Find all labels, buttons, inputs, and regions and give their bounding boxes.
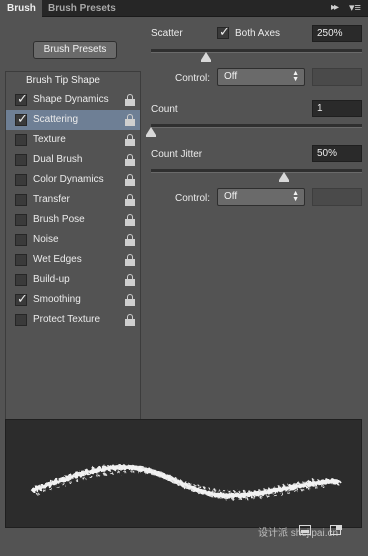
- setting-checkbox[interactable]: [15, 194, 27, 206]
- count-jitter-slider[interactable]: [151, 169, 362, 182]
- count-value-field[interactable]: 1: [312, 100, 362, 117]
- lock-icon[interactable]: [125, 194, 135, 206]
- checkmark-icon: ✓: [17, 111, 28, 126]
- lock-icon[interactable]: [125, 94, 135, 106]
- setting-label: Shape Dynamics: [33, 94, 109, 105]
- setting-label: Wet Edges: [33, 254, 82, 265]
- both-axes-label: Both Axes: [235, 28, 281, 39]
- brush-setting-item[interactable]: Texture: [6, 130, 140, 150]
- tab-brush[interactable]: Brush: [0, 0, 42, 17]
- scatter-control-value: Off: [224, 71, 238, 82]
- setting-checkbox[interactable]: [15, 254, 27, 266]
- scatter-value-field[interactable]: 250%: [312, 25, 362, 42]
- count-jitter-slider-thumb[interactable]: [278, 172, 289, 182]
- lock-icon[interactable]: [125, 294, 135, 306]
- checkmark-icon: ✓: [219, 24, 230, 39]
- brush-setting-item[interactable]: Transfer: [6, 190, 140, 210]
- scatter-slider[interactable]: [151, 49, 362, 62]
- setting-checkbox[interactable]: [15, 154, 27, 166]
- scatter-control-label: Control:: [175, 73, 211, 84]
- brush-setting-item[interactable]: Brush Pose: [6, 210, 140, 230]
- collapse-panel-icon[interactable]: ▸▸: [331, 2, 339, 13]
- count-label: Count: [151, 104, 178, 115]
- lock-icon[interactable]: [125, 314, 135, 326]
- setting-checkbox[interactable]: [15, 314, 27, 326]
- brush-presets-button[interactable]: Brush Presets: [33, 41, 117, 59]
- brush-tip-shape-item[interactable]: Brush Tip Shape: [6, 72, 140, 90]
- toggle-preview-icon[interactable]: [299, 525, 311, 535]
- setting-checkbox[interactable]: ✓: [15, 111, 28, 126]
- count-slider[interactable]: [146, 124, 362, 137]
- setting-label: Transfer: [33, 194, 70, 205]
- setting-label: Protect Texture: [33, 314, 101, 325]
- lock-icon[interactable]: [125, 174, 135, 186]
- scatter-label: Scatter: [151, 28, 183, 39]
- setting-label: Noise: [33, 234, 59, 245]
- scatter-control-select[interactable]: Off ▲ ▼: [217, 68, 305, 86]
- lock-icon[interactable]: [125, 214, 135, 226]
- brush-setting-item[interactable]: Wet Edges: [6, 250, 140, 270]
- setting-checkbox[interactable]: ✓: [15, 91, 28, 106]
- panel-tab-bar: Brush Brush Presets ▸▸ ▾≡: [0, 0, 368, 17]
- select-arrows-icon: ▲ ▼: [292, 70, 299, 83]
- select-arrows-icon: ▲ ▼: [292, 190, 299, 203]
- lock-icon[interactable]: [125, 254, 135, 266]
- count-jitter-control-select[interactable]: Off ▲ ▼: [217, 188, 305, 206]
- brush-setting-item[interactable]: Noise: [6, 230, 140, 250]
- lock-icon[interactable]: [125, 234, 135, 246]
- both-axes-checkbox[interactable]: ✓: [217, 24, 230, 39]
- count-jitter-control-label: Control:: [175, 193, 211, 204]
- lock-icon[interactable]: [125, 134, 135, 146]
- scatter-control-field-disabled: [312, 68, 362, 86]
- setting-checkbox[interactable]: [15, 134, 27, 146]
- brush-setting-item[interactable]: Dual Brush: [6, 150, 140, 170]
- count-slider-thumb[interactable]: [146, 127, 156, 137]
- brush-panel: Brush Presets Brush Tip Shape ✓ Shape Dyn…: [0, 17, 368, 556]
- panel-menu-icon[interactable]: ▾≡: [349, 1, 361, 14]
- checkmark-icon: ✓: [17, 91, 28, 106]
- setting-checkbox[interactable]: [15, 234, 27, 246]
- scatter-slider-thumb[interactable]: [200, 52, 211, 62]
- setting-checkbox[interactable]: [15, 174, 27, 186]
- brush-setting-item[interactable]: ✓ Shape Dynamics: [6, 90, 140, 110]
- count-jitter-label: Count Jitter: [151, 149, 203, 160]
- setting-label: Texture: [33, 134, 66, 145]
- setting-label: Smoothing: [33, 294, 81, 305]
- count-jitter-control-value: Off: [224, 191, 238, 202]
- create-new-brush-icon[interactable]: [330, 525, 342, 535]
- setting-label: Dual Brush: [33, 154, 83, 165]
- setting-checkbox[interactable]: [15, 274, 27, 286]
- brush-settings-list: Brush Tip Shape ✓ Shape Dynamics ✓ Scatteri…: [5, 71, 141, 457]
- tab-brush-presets[interactable]: Brush Presets: [44, 0, 116, 17]
- setting-checkbox[interactable]: ✓: [15, 291, 28, 306]
- brush-setting-item[interactable]: Protect Texture: [6, 310, 140, 330]
- lock-icon[interactable]: [125, 154, 135, 166]
- brush-setting-item[interactable]: Build-up: [6, 270, 140, 290]
- checkmark-icon: ✓: [17, 291, 28, 306]
- setting-checkbox[interactable]: [15, 214, 27, 226]
- lock-icon[interactable]: [125, 274, 135, 286]
- brush-setting-item[interactable]: Color Dynamics: [6, 170, 140, 190]
- brush-stroke-preview: [5, 419, 362, 528]
- setting-label: Scattering: [33, 114, 79, 125]
- lock-icon[interactable]: [125, 114, 135, 126]
- brush-setting-item[interactable]: ✓ Smoothing: [6, 290, 140, 310]
- setting-label: Build-up: [33, 274, 70, 285]
- count-jitter-value-field[interactable]: 50%: [312, 145, 362, 162]
- count-jitter-control-field-disabled: [312, 188, 362, 206]
- brush-setting-item[interactable]: ✓ Scattering: [6, 110, 140, 130]
- setting-label: Color Dynamics: [33, 174, 104, 185]
- setting-label: Brush Pose: [33, 214, 85, 225]
- brush-stroke-graphic: [31, 464, 341, 500]
